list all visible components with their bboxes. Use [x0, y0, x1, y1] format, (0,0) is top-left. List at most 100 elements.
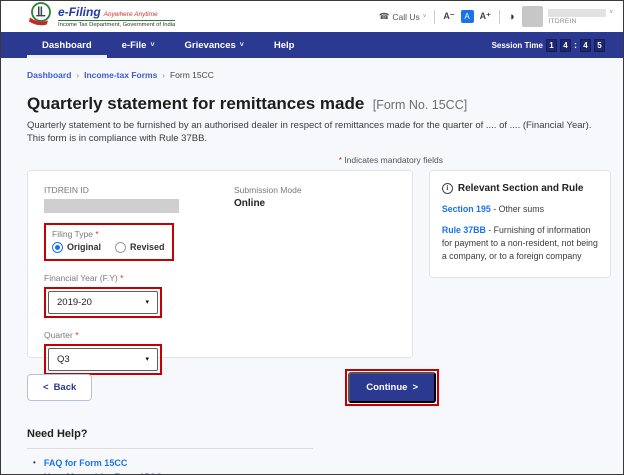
divider	[434, 10, 435, 24]
financial-year-label: Financial Year (F.Y)	[44, 273, 118, 283]
font-normal-button[interactable]: A	[461, 10, 474, 23]
chevron-down-icon: ˅	[423, 14, 427, 20]
brand-tagline: Anywhere Anytime	[104, 11, 158, 18]
chevron-down-icon: ˅	[609, 10, 613, 16]
section-195-desc: - Other sums	[493, 204, 544, 214]
efiling-logo[interactable]: e-Filing Anywhere Anytime Income Tax Dep…	[27, 1, 175, 32]
font-increase-button[interactable]: A⁺	[480, 11, 491, 22]
radio-original-label: Original	[67, 242, 101, 252]
relevant-section-card: i Relevant Section and Rule Section 195 …	[429, 170, 611, 278]
section-195-link[interactable]: Section 195	[442, 204, 491, 214]
financial-year-select[interactable]: 2019-20 ▾	[48, 291, 158, 314]
nav-item-label: Help	[274, 40, 295, 51]
nav-item-efile[interactable]: e-File ˅	[107, 32, 170, 58]
rule-37bb-link[interactable]: Rule 37BB	[442, 225, 486, 235]
mandatory-note-text: Indicates mandatory fields	[344, 155, 443, 165]
need-help-title: Need Help?	[27, 428, 611, 440]
session-timer: Session Time 1 4 : 4 5	[492, 39, 605, 52]
radio-revised[interactable]: Revised	[115, 242, 165, 253]
quarter-label: Quarter	[44, 330, 73, 340]
chevron-down-icon: ˅	[150, 42, 154, 49]
back-button[interactable]: < Back	[27, 374, 92, 401]
rule-37bb-entry: Rule 37BB - Furnishing of information fo…	[442, 224, 598, 262]
caret-down-icon: ▾	[145, 298, 149, 306]
session-digit: 4	[580, 39, 591, 52]
list-item: • User Manual for Form 15CC	[27, 472, 611, 475]
quarter-select[interactable]: Q3 ▾	[48, 348, 158, 371]
user-menu[interactable]: ˅ ITDREIN	[522, 6, 613, 27]
brand-subtitle: Income Tax Department, Government of Ind…	[58, 22, 175, 28]
annotation-box-filing-type: Filing Type * Original Revised	[44, 223, 174, 261]
contrast-toggle-icon[interactable]: ◑	[508, 11, 515, 23]
side-card-title: Relevant Section and Rule	[458, 183, 584, 194]
user-manual-form-15cc-link[interactable]: User Manual for Form 15CC	[44, 472, 163, 475]
nav-item-dashboard[interactable]: Dashboard	[27, 32, 107, 58]
itdrein-id-value-redacted	[44, 199, 179, 213]
submission-mode-value: Online	[234, 198, 302, 209]
font-decrease-button[interactable]: A⁻	[443, 11, 454, 22]
breadcrumb: Dashboard › Income-tax Forms › Form 15CC	[27, 70, 611, 80]
form-number: [Form No. 15CC]	[373, 98, 467, 112]
india-emblem-icon	[27, 1, 53, 32]
faq-form-15cc-link[interactable]: FAQ for Form 15CC	[44, 458, 128, 468]
list-item: • FAQ for Form 15CC	[27, 458, 611, 468]
asterisk-icon: *	[95, 229, 98, 239]
efiling-portal-window: e-Filing Anywhere Anytime Income Tax Dep…	[0, 0, 624, 475]
back-button-label: Back	[54, 382, 77, 393]
avatar	[522, 6, 543, 27]
user-itdrein-label: ITDREIN	[548, 18, 613, 25]
user-name-redacted	[548, 9, 606, 17]
annotation-box-financial-year: 2019-20 ▾	[44, 287, 162, 318]
submission-mode-label: Submission Mode	[234, 185, 302, 195]
section-195-entry: Section 195 - Other sums	[442, 203, 598, 216]
session-digit: 1	[546, 39, 557, 52]
phone-icon: ☎	[379, 11, 390, 22]
radio-revised-label: Revised	[130, 242, 165, 252]
chevron-down-icon: ˅	[240, 42, 244, 49]
asterisk-icon: *	[75, 330, 78, 340]
annotation-box-continue: Continue >	[345, 369, 439, 406]
caret-down-icon: ▾	[145, 355, 149, 363]
continue-arrow-icon: >	[412, 382, 418, 393]
bullet-icon: •	[33, 458, 36, 467]
divider	[499, 10, 500, 24]
page-description: Quarterly statement to be furnished by a…	[27, 119, 611, 146]
asterisk-icon: *	[339, 155, 342, 165]
continue-button[interactable]: Continue >	[348, 372, 436, 403]
breadcrumb-separator-icon: ›	[162, 71, 165, 80]
nav-item-grievances[interactable]: Grievances ˅	[170, 32, 259, 58]
financial-year-value: 2019-20	[57, 297, 92, 308]
call-us-label: Call Us	[392, 12, 419, 22]
filing-type-label: Filing Type	[52, 229, 93, 239]
annotation-box-quarter: Q3 ▾	[44, 344, 162, 375]
form-card: ITDREIN ID Submission Mode Online Filing…	[27, 170, 413, 358]
breadcrumb-income-tax-forms[interactable]: Income-tax Forms	[84, 70, 157, 80]
session-digit: 4	[560, 39, 571, 52]
mandatory-fields-note: * Indicates mandatory fields	[27, 155, 443, 165]
nav-item-label: Dashboard	[42, 40, 92, 51]
radio-original[interactable]: Original	[52, 242, 101, 253]
nav-item-label: Grievances	[185, 40, 236, 51]
radio-selected-icon	[52, 242, 63, 253]
continue-button-label: Continue	[366, 382, 407, 393]
main-navbar: Dashboard e-File ˅ Grievances ˅ Help Ses…	[1, 32, 623, 58]
itdrein-id-label: ITDREIN ID	[44, 185, 234, 195]
top-header: e-Filing Anywhere Anytime Income Tax Dep…	[1, 1, 623, 32]
nav-item-help[interactable]: Help	[259, 32, 310, 58]
session-separator: :	[574, 40, 577, 50]
session-digit: 5	[594, 39, 605, 52]
radio-unselected-icon	[115, 242, 126, 253]
breadcrumb-form-15cc: Form 15CC	[170, 70, 214, 80]
session-time-label: Session Time	[492, 41, 543, 50]
breadcrumb-separator-icon: ›	[76, 71, 79, 80]
divider	[27, 448, 313, 449]
call-us-menu[interactable]: ☎ Call Us ˅	[379, 11, 427, 22]
need-help-section: Need Help? • FAQ for Form 15CC • User Ma…	[27, 428, 611, 475]
asterisk-icon: *	[120, 273, 123, 283]
info-icon: i	[442, 183, 453, 194]
page-title: Quarterly statement for remittances made	[27, 94, 364, 113]
breadcrumb-dashboard[interactable]: Dashboard	[27, 70, 71, 80]
back-arrow-icon: <	[43, 382, 49, 393]
nav-item-label: e-File	[122, 40, 147, 51]
quarter-value: Q3	[57, 354, 70, 365]
